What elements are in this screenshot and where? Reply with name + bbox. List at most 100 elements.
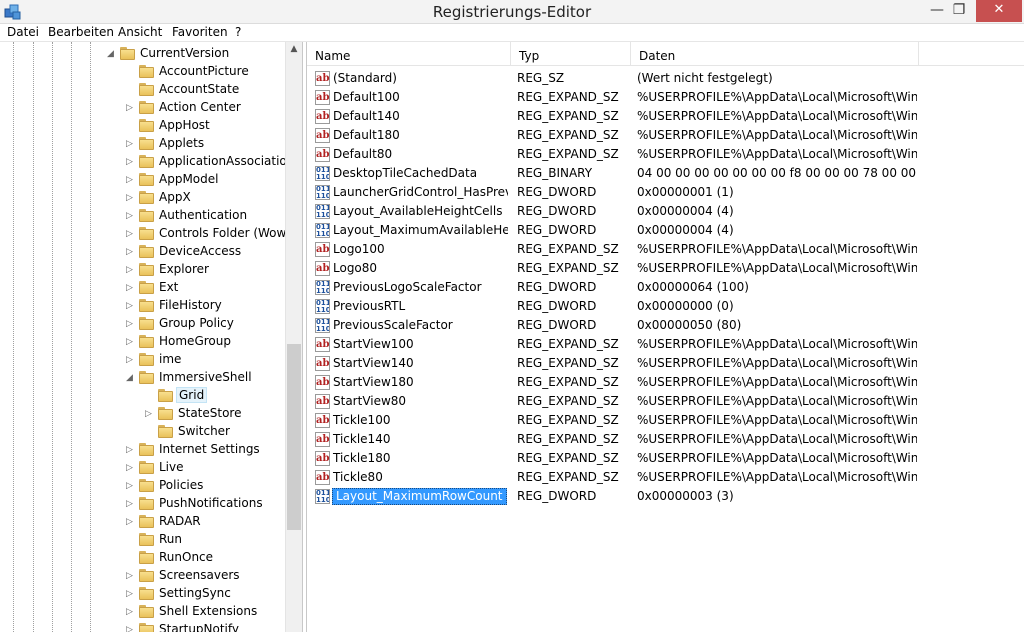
- tree-node[interactable]: ▷ Action Center: [0, 99, 285, 117]
- scroll-thumb[interactable]: [287, 344, 301, 530]
- value-row[interactable]: 011 110Layout_MaximumAvailableHeig... REG…: [307, 221, 1024, 240]
- expanded-arrow-icon[interactable]: ◢: [107, 48, 116, 60]
- value-row[interactable]: ab Default140 REG_EXPAND_SZ %USERPROFILE%\A…: [307, 107, 1024, 126]
- close-button[interactable]: ✕: [976, 0, 1022, 22]
- value-data: %USERPROFILE%\AppData\Local\Microsoft\Wi…: [637, 432, 917, 446]
- tree-node[interactable]: Grid: [0, 387, 285, 405]
- collapsed-arrow-icon[interactable]: ▷: [126, 282, 135, 294]
- value-row[interactable]: ab Tickle100 REG_EXPAND_SZ %USERPROFILE%\Ap…: [307, 411, 1024, 430]
- tree-node[interactable]: ▷ Screensavers: [0, 567, 285, 585]
- value-row[interactable]: 011 110 Layout_AvailableHeightCells REG_DW…: [307, 202, 1024, 221]
- column-header-type[interactable]: Typ: [511, 42, 631, 66]
- tree-node[interactable]: ▷ StartupNotify: [0, 621, 285, 632]
- tree-node[interactable]: ▷ AppX: [0, 189, 285, 207]
- value-row[interactable]: 011 110 Layout_MaximumRowCount REG_DWORD 0x…: [307, 487, 1024, 506]
- tree-node[interactable]: Run: [0, 531, 285, 549]
- tree-node[interactable]: AccountPicture: [0, 63, 285, 81]
- tree-node[interactable]: ▷ Ext: [0, 279, 285, 297]
- column-header-data[interactable]: Daten: [631, 42, 919, 66]
- folder-icon: [139, 65, 154, 78]
- menu-bearbeiten[interactable]: Bearbeiten: [48, 25, 114, 39]
- value-row[interactable]: ab StartView140 REG_EXPAND_SZ %USERPROFILE%…: [307, 354, 1024, 373]
- collapsed-arrow-icon[interactable]: ▷: [126, 516, 135, 528]
- value-row[interactable]: ab Logo80 REG_EXPAND_SZ %USERPROFILE%\AppDa…: [307, 259, 1024, 278]
- collapsed-arrow-icon[interactable]: ▷: [126, 318, 135, 330]
- collapsed-arrow-icon[interactable]: ▷: [126, 138, 135, 150]
- collapsed-arrow-icon[interactable]: ▷: [126, 606, 135, 618]
- tree-node[interactable]: ▷ Applets: [0, 135, 285, 153]
- tree-node[interactable]: ▷ Internet Settings: [0, 441, 285, 459]
- tree-node[interactable]: AppHost: [0, 117, 285, 135]
- collapsed-arrow-icon[interactable]: ▷: [126, 498, 135, 510]
- value-row[interactable]: ab Default100 REG_EXPAND_SZ %USERPROFILE%\A…: [307, 88, 1024, 107]
- collapsed-arrow-icon[interactable]: ▷: [126, 444, 135, 456]
- value-row[interactable]: 011 110 DesktopTileCachedData REG_BINARY 04…: [307, 164, 1024, 183]
- collapsed-arrow-icon[interactable]: ▷: [126, 174, 135, 186]
- collapsed-arrow-icon[interactable]: ▷: [126, 264, 135, 276]
- tree-node[interactable]: ▷ DeviceAccess: [0, 243, 285, 261]
- value-row[interactable]: ab Tickle180 REG_EXPAND_SZ %USERPROFILE%\Ap…: [307, 449, 1024, 468]
- tree-node[interactable]: ▷ StateStore: [0, 405, 285, 423]
- tree-node[interactable]: ▷ HomeGroup: [0, 333, 285, 351]
- collapsed-arrow-icon[interactable]: ▷: [126, 624, 135, 632]
- tree-node[interactable]: RunOnce: [0, 549, 285, 567]
- tree-node[interactable]: AccountState: [0, 81, 285, 99]
- menu-datei[interactable]: Datei: [7, 25, 39, 39]
- value-row[interactable]: ab StartView80 REG_EXPAND_SZ %USERPROFILE%\…: [307, 392, 1024, 411]
- tree-node[interactable]: ▷ Live: [0, 459, 285, 477]
- collapsed-arrow-icon[interactable]: ▷: [126, 354, 135, 366]
- tree-node[interactable]: ◢ ImmersiveShell: [0, 369, 285, 387]
- string-value-icon: ab: [315, 337, 330, 352]
- collapsed-arrow-icon[interactable]: ▷: [126, 156, 135, 168]
- tree-node[interactable]: ▷ AppModel: [0, 171, 285, 189]
- value-row[interactable]: ab StartView180 REG_EXPAND_SZ %USERPROFILE%…: [307, 373, 1024, 392]
- tree-node[interactable]: ▷ PushNotifications: [0, 495, 285, 513]
- menu-favoriten[interactable]: Favoriten: [172, 25, 228, 39]
- collapsed-arrow-icon[interactable]: ▷: [126, 480, 135, 492]
- collapsed-arrow-icon[interactable]: ▷: [126, 336, 135, 348]
- collapsed-arrow-icon[interactable]: ▷: [126, 192, 135, 204]
- value-row[interactable]: ab (Standard) REG_SZ (Wert nicht festgelegt…: [307, 69, 1024, 88]
- collapsed-arrow-icon[interactable]: ▷: [126, 588, 135, 600]
- collapsed-arrow-icon[interactable]: ▷: [126, 570, 135, 582]
- value-row[interactable]: 011 110 LauncherGridControl_HasPrevi... RE…: [307, 183, 1024, 202]
- scroll-up-arrow-icon[interactable]: ▲: [286, 44, 302, 58]
- value-row[interactable]: 011 110 PreviousScaleFactor REG_DWORD 0x000…: [307, 316, 1024, 335]
- value-row[interactable]: ab Logo100 REG_EXPAND_SZ %USERPROFILE%\AppD…: [307, 240, 1024, 259]
- tree-node[interactable]: ▷ ime: [0, 351, 285, 369]
- restore-button[interactable]: ❐: [944, 0, 974, 22]
- collapsed-arrow-icon[interactable]: ▷: [126, 462, 135, 474]
- menu-ansicht[interactable]: Ansicht: [118, 25, 162, 39]
- tree-node[interactable]: ◢ CurrentVersion: [0, 45, 285, 63]
- tree-node[interactable]: ▷ Controls Folder (Wow64: [0, 225, 302, 243]
- value-row[interactable]: ab StartView100 REG_EXPAND_SZ %USERPROFILE%…: [307, 335, 1024, 354]
- value-row[interactable]: ab Tickle80 REG_EXPAND_SZ %USERPROFILE%\App…: [307, 468, 1024, 487]
- tree-node[interactable]: ▷ FileHistory: [0, 297, 285, 315]
- key-tree[interactable]: ◢ CurrentVersion AccountPicture AccountStat…: [0, 42, 303, 632]
- value-row[interactable]: ab Default80 REG_EXPAND_SZ %USERPROFILE%\Ap…: [307, 145, 1024, 164]
- column-header-name[interactable]: Name: [307, 42, 511, 66]
- collapsed-arrow-icon[interactable]: ▷: [126, 210, 135, 222]
- collapsed-arrow-icon[interactable]: ▷: [145, 408, 154, 420]
- tree-node[interactable]: ▷ Policies: [0, 477, 285, 495]
- tree-scrollbar[interactable]: ▲: [285, 42, 302, 632]
- value-row[interactable]: 011 110 PreviousRTL REG_DWORD 0x00000000 (0…: [307, 297, 1024, 316]
- tree-node[interactable]: ▷ Explorer: [0, 261, 285, 279]
- tree-node[interactable]: ▷ SettingSync: [0, 585, 285, 603]
- value-row[interactable]: ab Tickle140 REG_EXPAND_SZ %USERPROFILE%\Ap…: [307, 430, 1024, 449]
- tree-node[interactable]: ▷ RADAR: [0, 513, 285, 531]
- collapsed-arrow-icon[interactable]: ▷: [126, 228, 135, 240]
- tree-node[interactable]: ▷ Group Policy: [0, 315, 285, 333]
- value-row[interactable]: ab Default180 REG_EXPAND_SZ %USERPROFILE%\A…: [307, 126, 1024, 145]
- expanded-arrow-icon[interactable]: ◢: [126, 372, 135, 384]
- collapsed-arrow-icon[interactable]: ▷: [126, 300, 135, 312]
- menu-help[interactable]: ?: [235, 25, 241, 39]
- tree-node[interactable]: Switcher: [0, 423, 285, 441]
- collapsed-arrow-icon[interactable]: ▷: [126, 246, 135, 258]
- collapsed-arrow-icon[interactable]: ▷: [126, 102, 135, 114]
- tree-node[interactable]: ▷ Authentication: [0, 207, 285, 225]
- value-row[interactable]: 011 110 PreviousLogoScaleFactor REG_DWORD 0…: [307, 278, 1024, 297]
- value-list[interactable]: Name Typ Daten ab (Standard) REG_SZ (Wert n…: [306, 42, 1024, 632]
- tree-node[interactable]: ▷ ApplicationAssociationT: [0, 153, 302, 171]
- tree-node[interactable]: ▷ Shell Extensions: [0, 603, 285, 621]
